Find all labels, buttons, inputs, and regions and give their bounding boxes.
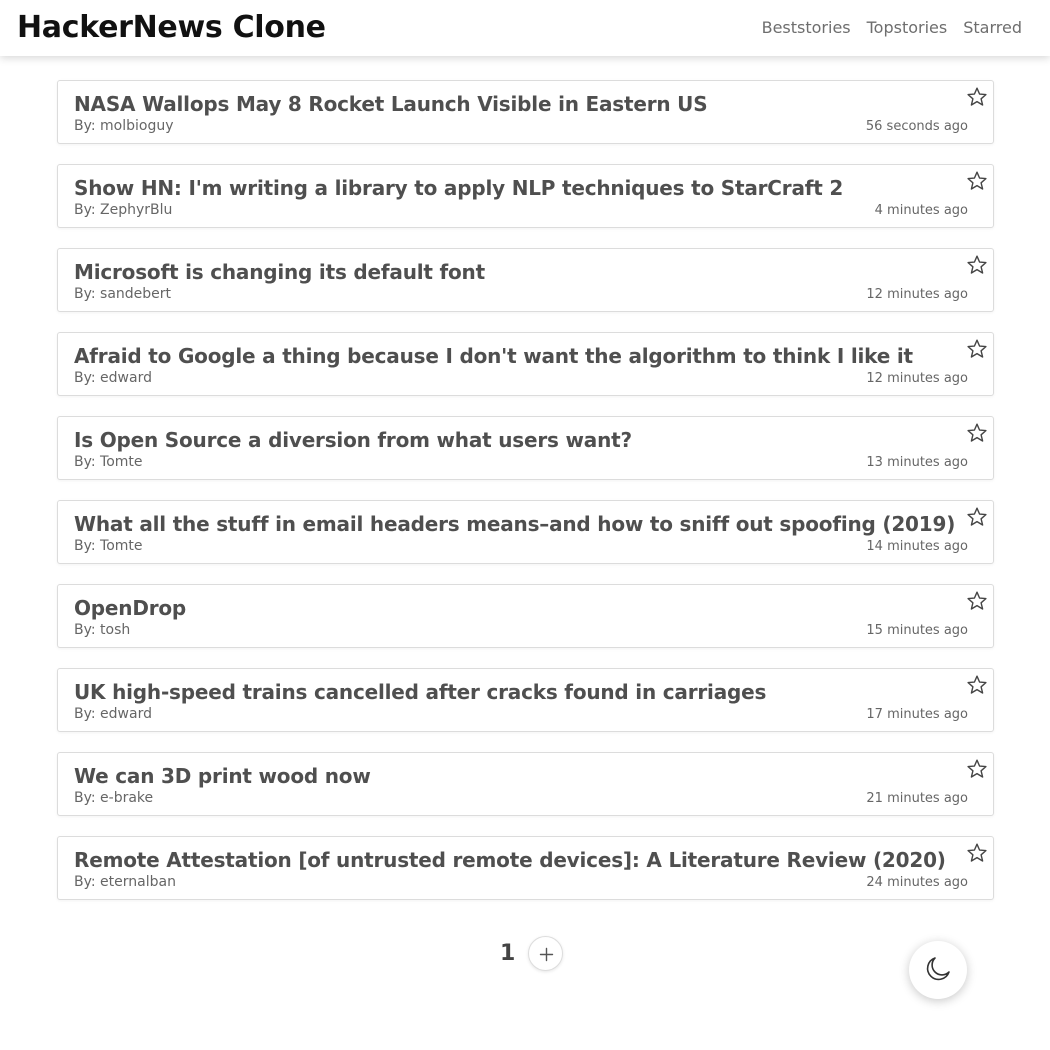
story-time: 12 minutes ago bbox=[866, 287, 968, 302]
story-title[interactable]: We can 3D print wood now bbox=[74, 762, 371, 790]
star-icon[interactable] bbox=[966, 758, 988, 780]
nav-links: Beststories Topstories Starred bbox=[762, 17, 1022, 39]
story-title[interactable]: OpenDrop bbox=[74, 594, 186, 622]
brand-title[interactable]: HackerNews Clone bbox=[17, 10, 326, 46]
story-time: 14 minutes ago bbox=[866, 539, 968, 554]
star-icon[interactable] bbox=[966, 338, 988, 360]
story-card: What all the stuff in email headers mean… bbox=[57, 500, 994, 564]
star-icon[interactable] bbox=[966, 590, 988, 612]
story-title[interactable]: Remote Attestation [of untrusted remote … bbox=[74, 846, 946, 874]
star-icon[interactable] bbox=[966, 674, 988, 696]
story-author: By: e-brake bbox=[74, 790, 154, 806]
story-author: By: sandebert bbox=[74, 286, 172, 302]
story-author: By: edward bbox=[74, 370, 152, 386]
story-card: Afraid to Google a thing because I don't… bbox=[57, 332, 994, 396]
story-title[interactable]: What all the stuff in email headers mean… bbox=[74, 510, 955, 538]
story-time: 24 minutes ago bbox=[866, 875, 968, 890]
story-author: By: edward bbox=[74, 706, 152, 722]
story-author: By: ZephyrBlu bbox=[74, 202, 173, 218]
story-author: By: molbioguy bbox=[74, 118, 174, 134]
story-card: NASA Wallops May 8 Rocket Launch Visible… bbox=[57, 80, 994, 144]
nav-link-starred[interactable]: Starred bbox=[963, 17, 1022, 39]
star-icon[interactable] bbox=[966, 506, 988, 528]
story-title[interactable]: Is Open Source a diversion from what use… bbox=[74, 426, 632, 454]
next-page-button[interactable] bbox=[528, 936, 563, 971]
star-icon[interactable] bbox=[966, 842, 988, 864]
story-title[interactable]: Microsoft is changing its default font bbox=[74, 258, 485, 286]
story-time: 12 minutes ago bbox=[866, 371, 968, 386]
story-card: OpenDrop By: tosh 15 minutes ago bbox=[57, 584, 994, 648]
story-author: By: tosh bbox=[74, 622, 131, 638]
story-list: NASA Wallops May 8 Rocket Launch Visible… bbox=[57, 80, 994, 920]
story-card: We can 3D print wood now By: e-brake 21 … bbox=[57, 752, 994, 816]
star-icon[interactable] bbox=[966, 170, 988, 192]
story-card: UK high-speed trains cancelled after cra… bbox=[57, 668, 994, 732]
star-icon[interactable] bbox=[966, 254, 988, 276]
story-card: Is Open Source a diversion from what use… bbox=[57, 416, 994, 480]
nav-link-beststories[interactable]: Beststories bbox=[762, 17, 851, 39]
story-time: 17 minutes ago bbox=[866, 707, 968, 722]
story-title[interactable]: Show HN: I'm writing a library to apply … bbox=[74, 174, 843, 202]
story-card: Show HN: I'm writing a library to apply … bbox=[57, 164, 994, 228]
moon-icon bbox=[926, 957, 950, 981]
theme-toggle-button[interactable] bbox=[909, 941, 967, 999]
story-time: 15 minutes ago bbox=[866, 623, 968, 638]
pagination: 1 bbox=[0, 936, 1050, 972]
story-card: Microsoft is changing its default font B… bbox=[57, 248, 994, 312]
story-title[interactable]: UK high-speed trains cancelled after cra… bbox=[74, 678, 766, 706]
plus-icon bbox=[539, 947, 554, 962]
story-time: 21 minutes ago bbox=[866, 791, 968, 806]
story-title[interactable]: Afraid to Google a thing because I don't… bbox=[74, 342, 913, 370]
star-icon[interactable] bbox=[966, 86, 988, 108]
star-icon[interactable] bbox=[966, 422, 988, 444]
story-author: By: eternalban bbox=[74, 874, 176, 890]
nav-link-topstories[interactable]: Topstories bbox=[867, 17, 948, 39]
story-time: 13 minutes ago bbox=[866, 455, 968, 470]
story-card: Remote Attestation [of untrusted remote … bbox=[57, 836, 994, 900]
story-time: 4 minutes ago bbox=[874, 203, 968, 218]
current-page-number: 1 bbox=[500, 941, 516, 966]
story-title[interactable]: NASA Wallops May 8 Rocket Launch Visible… bbox=[74, 90, 708, 118]
story-author: By: Tomte bbox=[74, 538, 143, 554]
story-author: By: Tomte bbox=[74, 454, 143, 470]
navbar: HackerNews Clone Beststories Topstories … bbox=[0, 0, 1050, 56]
story-time: 56 seconds ago bbox=[865, 119, 968, 134]
